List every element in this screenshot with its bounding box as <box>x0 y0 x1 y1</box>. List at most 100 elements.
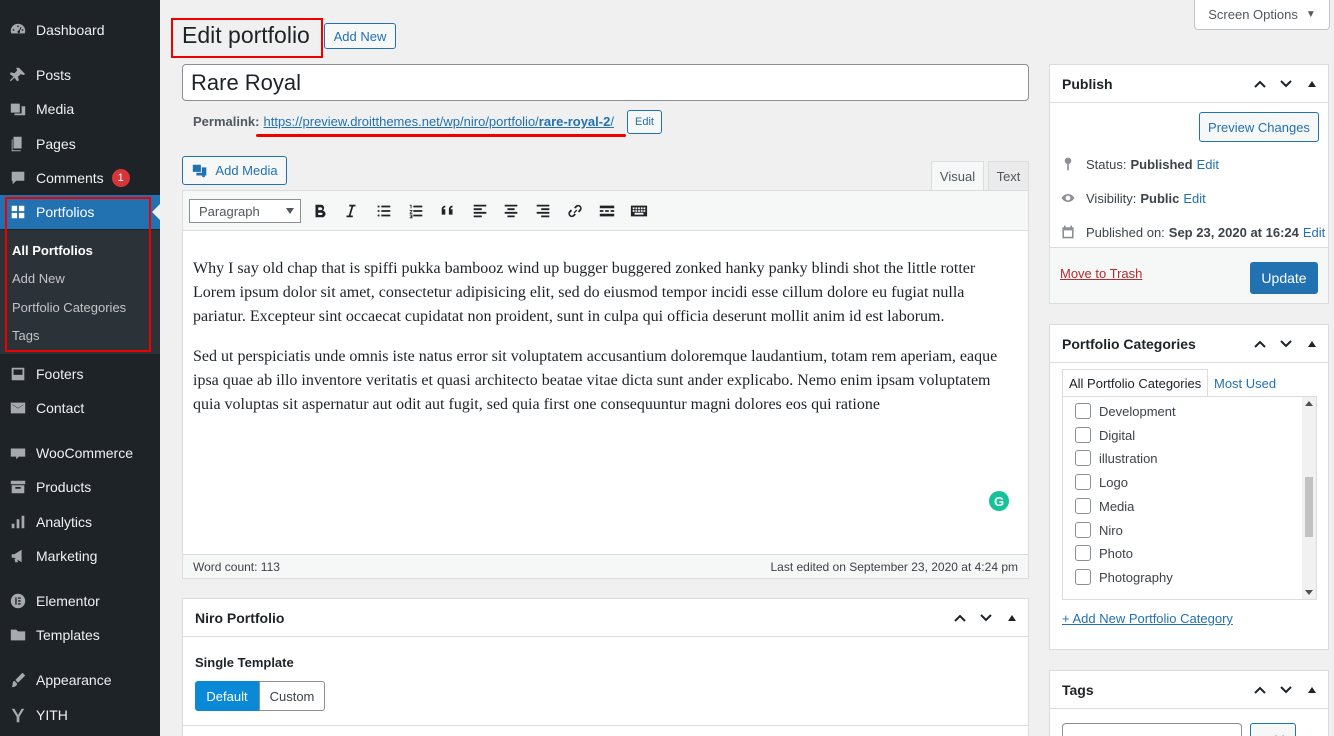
checkbox[interactable] <box>1075 545 1091 561</box>
chevron-up-icon[interactable] <box>1252 76 1268 92</box>
sidebar-item-marketing[interactable]: Marketing <box>0 539 160 573</box>
preview-changes-button[interactable]: Preview Changes <box>1199 112 1319 142</box>
permalink-link[interactable]: https://preview.droitthemes.net/wp/niro/… <box>263 114 613 129</box>
sidebar-item-products[interactable]: Products <box>0 470 160 504</box>
toggle-panel-icon[interactable] <box>1008 615 1016 621</box>
published-on-row: Published on: Sep 23, 2020 at 16:24 Edit <box>1060 224 1325 240</box>
visibility-edit-link[interactable]: Edit <box>1183 191 1205 206</box>
grammarly-icon[interactable]: G <box>989 491 1009 511</box>
checkbox[interactable] <box>1075 427 1091 443</box>
checkbox[interactable] <box>1075 522 1091 538</box>
category-item[interactable]: illustration <box>1075 450 1158 466</box>
chevron-up-icon[interactable] <box>1252 682 1268 698</box>
category-scrollbar[interactable] <box>1302 397 1316 599</box>
status-row: Status: Published Edit <box>1060 156 1219 172</box>
tab-all-categories[interactable]: All Portfolio Categories <box>1062 369 1209 397</box>
insert-link-button[interactable] <box>564 200 586 222</box>
toggle-panel-icon[interactable] <box>1308 341 1316 347</box>
checkbox[interactable] <box>1075 450 1091 466</box>
tab-visual[interactable]: Visual <box>931 161 984 190</box>
numbered-list-button[interactable] <box>405 200 427 222</box>
sidebar-item-elementor[interactable]: Elementor <box>0 584 160 618</box>
status-edit-link[interactable]: Edit <box>1197 157 1219 172</box>
add-media-button[interactable]: Add Media <box>182 156 287 185</box>
category-item[interactable]: Logo <box>1075 474 1128 490</box>
add-new-category-link[interactable]: + Add New Portfolio Category <box>1062 611 1233 626</box>
chevron-down-icon[interactable] <box>1278 76 1294 92</box>
category-item[interactable]: Niro <box>1075 522 1123 538</box>
category-item[interactable]: Development <box>1075 403 1176 419</box>
sidebar-item-contact[interactable]: Contact <box>0 391 160 425</box>
sidebar-item-pages[interactable]: Pages <box>0 127 160 161</box>
sidebar-item-label: Footers <box>36 366 84 382</box>
sidebar-item-posts[interactable]: Posts <box>0 58 160 92</box>
sidebar-item-comments[interactable]: Comments 1 <box>0 161 160 195</box>
woo-icon <box>0 444 36 462</box>
checkbox[interactable] <box>1075 403 1091 419</box>
niro-portfolio-header: Niro Portfolio <box>183 599 1028 637</box>
highlight-box <box>5 197 151 352</box>
category-item[interactable]: Photography <box>1075 569 1173 585</box>
chevron-up-icon[interactable] <box>952 610 968 626</box>
sidebar-item-yith[interactable]: YITH <box>0 698 160 732</box>
sidebar-item-footers[interactable]: Footers <box>0 357 160 391</box>
template-default-option[interactable]: Default <box>195 681 259 711</box>
permalink-edit-button[interactable]: Edit <box>627 110 662 134</box>
toggle-panel-icon[interactable] <box>1308 687 1316 693</box>
italic-button[interactable] <box>340 200 362 222</box>
post-title-input[interactable] <box>182 64 1029 101</box>
chevron-down-icon[interactable] <box>978 610 994 626</box>
link-icon <box>568 204 582 218</box>
folder-icon <box>0 626 36 644</box>
checkbox[interactable] <box>1075 569 1091 585</box>
scroll-down-icon[interactable] <box>1305 590 1313 595</box>
add-tag-button[interactable]: Add <box>1250 723 1296 736</box>
move-to-trash-link[interactable]: Move to Trash <box>1060 266 1142 281</box>
align-left-button[interactable] <box>469 200 491 222</box>
tab-text[interactable]: Text <box>988 161 1029 190</box>
sidebar-item-templates[interactable]: Templates <box>0 618 160 652</box>
screen-options-button[interactable]: Screen Options ▼ <box>1194 0 1330 30</box>
archive-icon <box>0 478 36 496</box>
published-label: Published on: <box>1086 224 1165 240</box>
align-center-button[interactable] <box>500 200 522 222</box>
read-more-button[interactable] <box>596 200 618 222</box>
scroll-thumb[interactable] <box>1305 477 1313 537</box>
sidebar-item-analytics[interactable]: Analytics <box>0 505 160 539</box>
sidebar-item-appearance[interactable]: Appearance <box>0 663 160 697</box>
scroll-up-icon[interactable] <box>1305 401 1313 406</box>
toolbar-toggle-button[interactable] <box>628 200 650 222</box>
media-icon <box>0 100 36 118</box>
bold-button[interactable] <box>309 200 331 222</box>
blockquote-button[interactable] <box>437 200 459 222</box>
footer-icon <box>0 365 36 383</box>
chevron-down-icon[interactable] <box>1278 682 1294 698</box>
category-item[interactable]: Media <box>1075 498 1134 514</box>
align-right-button[interactable] <box>532 200 554 222</box>
bullet-list-button[interactable] <box>373 200 395 222</box>
tag-input[interactable] <box>1062 723 1242 736</box>
tab-most-used[interactable]: Most Used <box>1208 369 1282 397</box>
published-edit-link[interactable]: Edit <box>1303 225 1325 240</box>
sidebar-item-woocommerce[interactable]: WooCommerce <box>0 436 160 470</box>
category-label: Photo <box>1099 545 1133 561</box>
title-highlight-box <box>171 18 323 58</box>
editor-content[interactable]: Why I say old chap that is spiffi pukka … <box>193 257 1019 433</box>
category-item[interactable]: Digital <box>1075 427 1135 443</box>
category-label: illustration <box>1099 450 1158 466</box>
update-button[interactable]: Update <box>1250 262 1318 294</box>
chevron-down-icon[interactable] <box>1278 336 1294 352</box>
content-paragraph: Sed ut perspiciatis unde omnis iste natu… <box>193 348 998 413</box>
sidebar-item-dashboard[interactable]: Dashboard <box>0 13 160 47</box>
category-item[interactable]: Photo <box>1075 545 1133 561</box>
add-new-button[interactable]: Add New <box>324 23 396 49</box>
comment-count-badge: 1 <box>111 169 130 187</box>
sidebar-item-media[interactable]: Media <box>0 92 160 126</box>
format-select[interactable]: Paragraph <box>189 199 301 223</box>
checkbox[interactable] <box>1075 474 1091 490</box>
template-custom-option[interactable]: Custom <box>259 681 325 711</box>
chevron-up-icon[interactable] <box>1252 336 1268 352</box>
toggle-panel-icon[interactable] <box>1308 81 1316 87</box>
checkbox[interactable] <box>1075 498 1091 514</box>
sidebar-item-label: Media <box>36 101 75 117</box>
